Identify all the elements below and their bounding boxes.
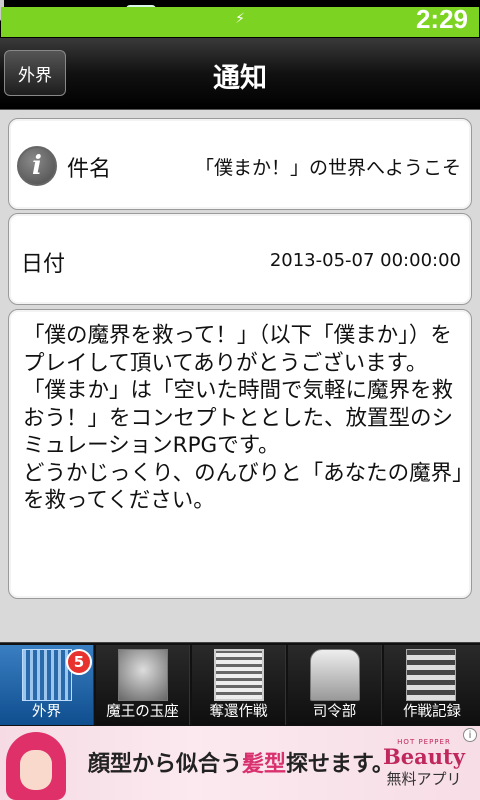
tab-label: 魔王の玉座	[106, 704, 179, 720]
tab-label: 外界	[32, 704, 61, 720]
bottom-tab-bar: 5 外界 魔王の玉座 奪還作戦 司令部 作戦記録	[0, 642, 480, 726]
demon-king-icon	[118, 649, 168, 701]
records-list-icon	[406, 649, 456, 701]
tab-label: 作戦記録	[403, 704, 461, 720]
tab-outside[interactable]: 5 外界	[0, 645, 94, 725]
status-bar: ▶ ▶ ♻ T ⚡ 2:29	[0, 0, 480, 38]
subject-value: 「僕まか！」の世界へようこそ	[194, 157, 461, 179]
tab-label: 司令部	[312, 704, 357, 720]
ad-headline: 顔型から似合う髪型探せます。	[88, 752, 394, 777]
castle-icon	[310, 649, 360, 701]
tab-records[interactable]: 作戦記録	[384, 645, 480, 725]
app-header: 外界 通知	[0, 38, 480, 110]
tab-recapture[interactable]: 奪還作戦	[192, 645, 286, 725]
ad-banner[interactable]: 顔型から似合う髪型探せます。 HOT PEPPER Beauty 無料アプリ i	[0, 726, 480, 800]
message-body-panel: 「僕の魔界を救って！」（以下「僕まか」）をプレイして頂いてありがとうございます。…	[8, 309, 472, 599]
ad-model-image	[0, 726, 76, 800]
page-title: 通知	[213, 63, 267, 94]
date-value: 2013-05-07 00:00:00	[269, 250, 461, 271]
subject-label: 件名	[67, 157, 112, 182]
tab-label: 奪還作戦	[209, 704, 268, 720]
message-body: 「僕の魔界を救って！」（以下「僕まか」）をプレイして頂いてありがとうございます。…	[23, 323, 463, 513]
notification-badge: 5	[66, 649, 92, 675]
subject-panel: i 件名 「僕まか！」の世界へようこそ	[8, 118, 472, 210]
tab-headquarters[interactable]: 司令部	[288, 645, 382, 725]
tab-throne[interactable]: 魔王の玉座	[96, 645, 190, 725]
ad-logo: HOT PEPPER Beauty 無料アプリ	[383, 738, 465, 788]
info-icon: i	[17, 146, 57, 186]
battery-charging-icon: ⚡	[0, 0, 479, 37]
date-label: 日付	[21, 252, 66, 277]
date-panel: 日付 2013-05-07 00:00:00	[8, 213, 472, 305]
clock: 2:29	[415, 4, 468, 34]
ad-info-icon[interactable]: i	[463, 728, 477, 742]
battle-map-icon	[214, 649, 264, 701]
outside-map-icon	[22, 649, 72, 701]
